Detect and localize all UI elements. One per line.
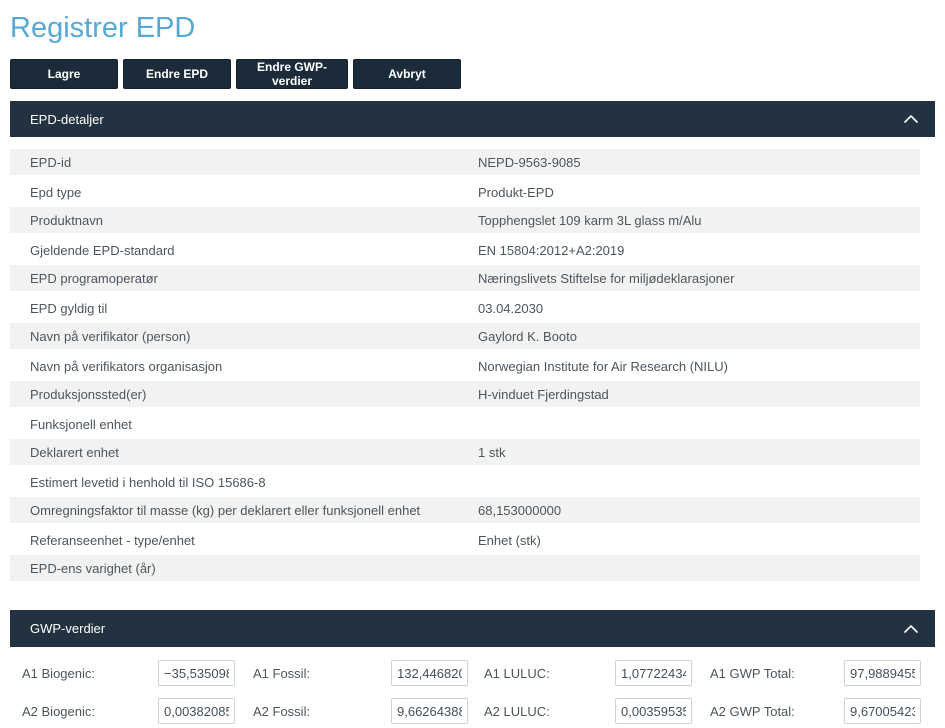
detail-row-value: Norwegian Institute for Air Research (NI…	[478, 359, 920, 374]
a2-gwp-total-input[interactable]	[844, 698, 921, 724]
detail-row: Navn på verifikators organisasjonNorwegi…	[10, 352, 920, 381]
detail-row: Estimert levetid i henhold til ISO 15686…	[10, 468, 920, 497]
detail-row-value: EN 15804:2012+A2:2019	[478, 243, 920, 258]
gwp-field-label: A2 LULUC:	[484, 704, 615, 719]
detail-row-value: Enhet (stk)	[478, 533, 920, 548]
detail-row-label: EPD programoperatør	[30, 271, 478, 286]
detail-row-label: Gjeldende EPD-standard	[30, 243, 478, 258]
gwp-rows: A1 Biogenic: A1 Fossil: A1 LULUC: A1 GWP To…	[10, 660, 935, 724]
detail-row-value: Næringslivets Stiftelse for miljødeklara…	[478, 271, 920, 286]
gwp-field-label: A2 Fossil:	[253, 704, 391, 719]
gwp-field-label: A1 Biogenic:	[22, 666, 158, 681]
a2-fossil-input[interactable]	[391, 698, 468, 724]
detail-row-label: Deklarert enhet	[30, 445, 478, 460]
detail-row-label: EPD-id	[30, 155, 478, 170]
edit-gwp-values-button[interactable]: Endre GWP-verdier	[236, 59, 348, 89]
detail-row-value: H-vinduet Fjerdingstad	[478, 387, 920, 402]
detail-row-label: Referanseenhet - type/enhet	[30, 533, 478, 548]
epd-details-rows: EPD-idNEPD-9563-9085Epd typeProdukt-EPDP…	[10, 149, 920, 584]
detail-row-value: Gaylord K. Booto	[478, 329, 920, 344]
detail-row: Navn på verifikator (person)Gaylord K. B…	[10, 323, 920, 352]
a2-biogenic-input[interactable]	[158, 698, 235, 724]
detail-row-label: Estimert levetid i henhold til ISO 15686…	[30, 475, 478, 490]
chevron-up-icon	[903, 113, 919, 125]
detail-row-value: 03.04.2030	[478, 301, 920, 316]
detail-row-value: NEPD-9563-9085	[478, 155, 920, 170]
detail-row: EPD programoperatørNæringslivets Stiftel…	[10, 265, 920, 294]
detail-row-label: Produktnavn	[30, 213, 478, 228]
gwp-field-label: A2 GWP Total:	[710, 704, 844, 719]
detail-row-label: EPD-ens varighet (år)	[30, 561, 478, 576]
epd-details-section-header[interactable]: EPD-detaljer	[10, 101, 935, 137]
page-title: Registrer EPD	[10, 0, 935, 59]
detail-row-value: Produkt-EPD	[478, 185, 920, 200]
detail-row: Epd typeProdukt-EPD	[10, 178, 920, 207]
detail-row: EPD-ens varighet (år)	[10, 555, 920, 584]
a2-luluc-input[interactable]	[615, 698, 692, 724]
a1-luluc-input[interactable]	[615, 660, 692, 686]
detail-row-label: Funksjonell enhet	[30, 417, 478, 432]
chevron-up-icon	[903, 623, 919, 635]
detail-row-label: Omregningsfaktor til masse (kg) per dekl…	[30, 503, 478, 518]
detail-row-label: Produksjonssted(er)	[30, 387, 478, 402]
detail-row: Gjeldende EPD-standardEN 15804:2012+A2:2…	[10, 236, 920, 265]
detail-row: Funksjonell enhet	[10, 410, 920, 439]
registrer-epd-page: Registrer EPD Lagre Endre EPD Endre GWP-…	[0, 0, 945, 728]
detail-row-value: 1 stk	[478, 445, 920, 460]
a1-fossil-input[interactable]	[391, 660, 468, 686]
detail-row: Omregningsfaktor til masse (kg) per dekl…	[10, 497, 920, 526]
detail-row: Produksjonssted(er)H-vinduet Fjerdingsta…	[10, 381, 920, 410]
cancel-button[interactable]: Avbryt	[353, 59, 461, 89]
detail-row: Deklarert enhet1 stk	[10, 439, 920, 468]
detail-row-label: Navn på verifikator (person)	[30, 329, 478, 344]
a1-gwp-total-input[interactable]	[844, 660, 921, 686]
detail-row: EPD-idNEPD-9563-9085	[10, 149, 920, 178]
gwp-field-label: A1 LULUC:	[484, 666, 615, 681]
gwp-row: A1 Biogenic: A1 Fossil: A1 LULUC: A1 GWP To…	[22, 660, 935, 686]
save-button[interactable]: Lagre	[10, 59, 118, 89]
gwp-field-label: A1 Fossil:	[253, 666, 391, 681]
detail-row: ProduktnavnTopphengslet 109 karm 3L glas…	[10, 207, 920, 236]
gwp-field-label: A1 GWP Total:	[710, 666, 844, 681]
detail-row: EPD gyldig til03.04.2030	[10, 294, 920, 323]
detail-row-label: Epd type	[30, 185, 478, 200]
detail-row-label: EPD gyldig til	[30, 301, 478, 316]
a1-biogenic-input[interactable]	[158, 660, 235, 686]
gwp-field-label: A2 Biogenic:	[22, 704, 158, 719]
gwp-row: A2 Biogenic: A2 Fossil: A2 LULUC: A2 GWP To…	[22, 698, 935, 724]
edit-epd-button[interactable]: Endre EPD	[123, 59, 231, 89]
detail-row: Referanseenhet - type/enhetEnhet (stk)	[10, 526, 920, 555]
detail-row-value: 68,153000000	[478, 503, 920, 518]
gwp-section-header[interactable]: GWP-verdier	[10, 610, 935, 647]
detail-row-label: Navn på verifikators organisasjon	[30, 359, 478, 374]
detail-row-value: Topphengslet 109 karm 3L glass m/Alu	[478, 213, 920, 228]
epd-details-section-title: EPD-detaljer	[30, 112, 104, 127]
toolbar: Lagre Endre EPD Endre GWP-verdier Avbryt	[10, 59, 935, 89]
gwp-section-title: GWP-verdier	[30, 621, 105, 636]
